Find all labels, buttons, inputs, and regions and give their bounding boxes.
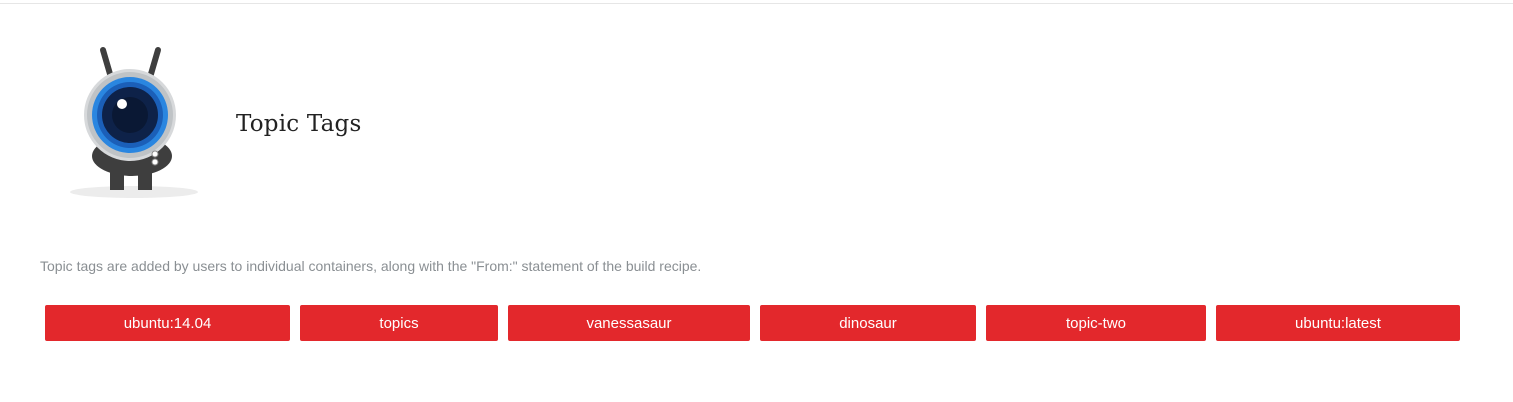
top-divider [0, 0, 1513, 4]
tag-list: ubuntu:14.04 topics vanessasaur dinosaur… [45, 305, 1460, 341]
tag-button-vanessasaur[interactable]: vanessasaur [508, 305, 750, 341]
page: Topic Tags Topic tags are added by users… [0, 0, 1513, 402]
robot-eye-mascot-icon [62, 44, 207, 204]
tag-button-ubuntu-14-04[interactable]: ubuntu:14.04 [45, 305, 290, 341]
tag-button-topic-two[interactable]: topic-two [986, 305, 1206, 341]
tag-button-dinosaur[interactable]: dinosaur [760, 305, 976, 341]
page-header [62, 44, 207, 204]
tag-button-topics[interactable]: topics [300, 305, 498, 341]
page-description: Topic tags are added by users to individ… [40, 258, 702, 274]
page-title: Topic Tags [236, 111, 362, 137]
tag-button-ubuntu-latest[interactable]: ubuntu:latest [1216, 305, 1460, 341]
